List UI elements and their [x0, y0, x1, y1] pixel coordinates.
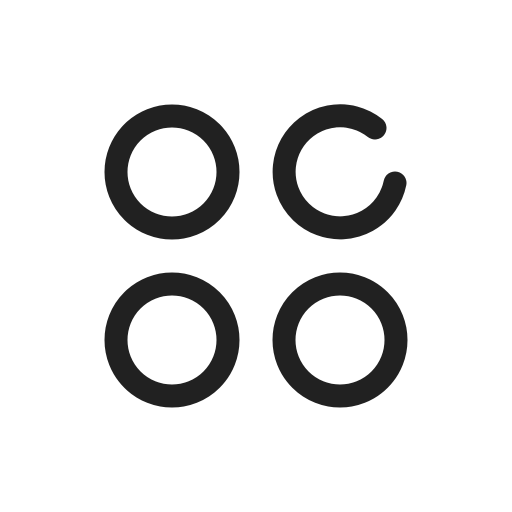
circle-top-right-open — [272, 104, 407, 240]
circle-bottom-left — [104, 272, 240, 408]
circle-bottom-right — [272, 272, 408, 408]
icon-canvas — [0, 0, 512, 512]
apps-add-in-icon — [104, 104, 408, 408]
circle-top-left — [104, 104, 240, 240]
